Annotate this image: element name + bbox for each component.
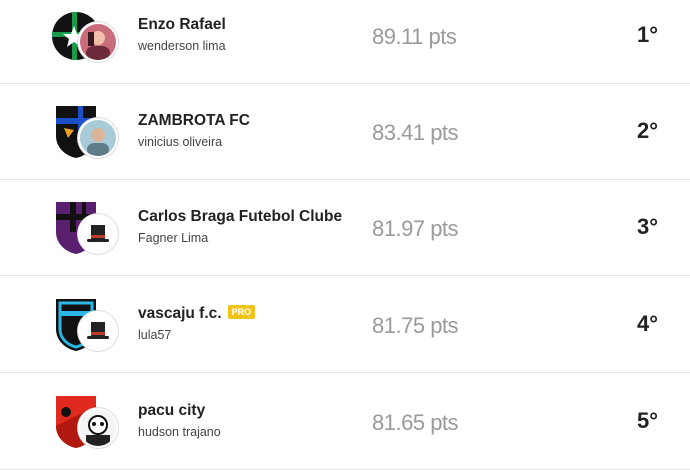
ranking-list: Enzo Rafael wenderson lima 89.11 pts 1° …	[0, 0, 690, 470]
ranking-row[interactable]: Carlos Braga Futebol Clube Fagner Lima 8…	[0, 180, 690, 276]
team-name[interactable]: Carlos Braga Futebol Clube	[138, 208, 342, 226]
user-photo-icon	[80, 410, 116, 446]
pro-badge: PRO	[227, 305, 256, 319]
owner-name: wenderson lima	[138, 39, 226, 53]
ranking-row[interactable]: ZAMBROTA FC vinicius oliveira 83.41 pts …	[0, 84, 690, 180]
user-photo-icon	[80, 24, 116, 60]
owner-name: hudson trajano	[138, 425, 221, 439]
team-name[interactable]: Enzo Rafael	[138, 16, 226, 34]
points-value: 81.97 pts	[372, 216, 459, 241]
ranking-row[interactable]: vascaju f.c. PRO lula57 81.75 pts 4°	[0, 277, 690, 373]
avatar[interactable]	[78, 214, 118, 254]
team-name[interactable]: vascaju f.c. PRO	[138, 305, 256, 323]
team-name[interactable]: ZAMBROTA FC	[138, 112, 250, 130]
avatar[interactable]	[78, 311, 118, 351]
points-value: 81.75 pts	[372, 313, 459, 338]
owner-name: vinicius oliveira	[138, 135, 223, 149]
points-value: 83.41 pts	[372, 120, 459, 145]
rank-position: 1°	[636, 22, 658, 47]
rank-position: 4°	[636, 311, 658, 336]
top-hat-icon	[80, 216, 116, 252]
rank-position: 5°	[636, 408, 658, 433]
points-value: 89.11 pts	[372, 24, 457, 49]
rank-position: 2°	[636, 118, 658, 143]
rank-position: 3°	[636, 214, 658, 239]
team-name[interactable]: pacu city	[138, 402, 205, 420]
points-value: 81.65 pts	[372, 410, 459, 435]
avatar[interactable]	[78, 22, 118, 62]
ranking-row[interactable]: pacu city hudson trajano 81.65 pts 5°	[0, 374, 690, 470]
user-photo-icon	[80, 120, 116, 156]
owner-name: lula57	[138, 328, 172, 342]
avatar[interactable]	[78, 408, 118, 448]
ranking-row[interactable]: Enzo Rafael wenderson lima 89.11 pts 1°	[0, 0, 690, 84]
avatar[interactable]	[78, 118, 118, 158]
top-hat-icon	[80, 313, 116, 349]
owner-name: Fagner Lima	[138, 231, 209, 245]
